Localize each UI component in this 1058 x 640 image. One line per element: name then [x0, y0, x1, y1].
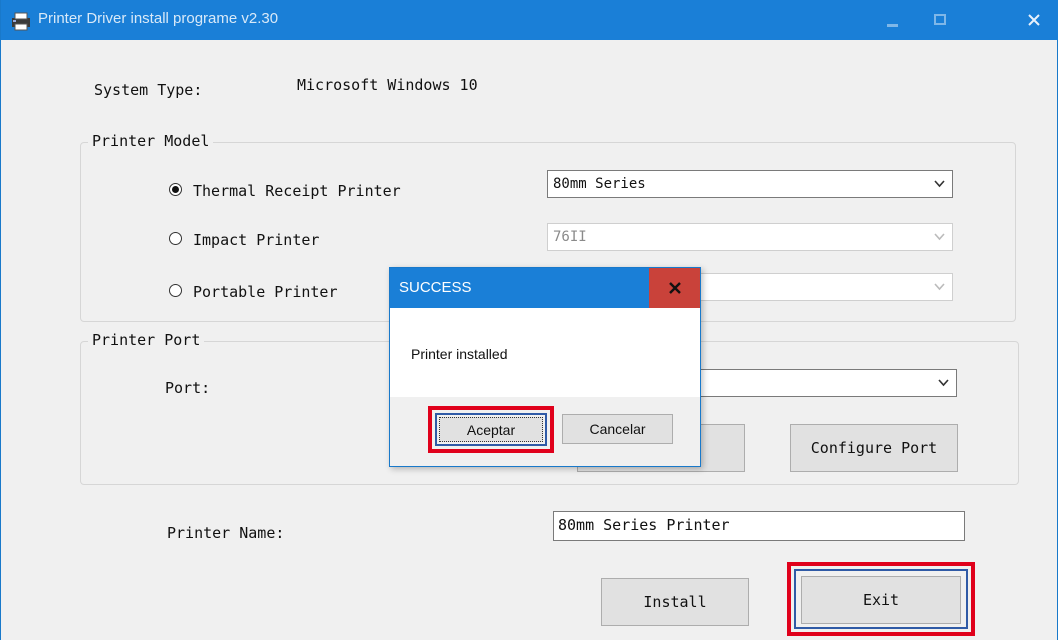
thermal-receipt-label[interactable]: Thermal Receipt Printer: [193, 182, 401, 200]
printer-name-value: 80mm Series Printer: [558, 516, 730, 534]
close-button[interactable]: [1011, 0, 1057, 40]
dialog-title-bar[interactable]: SUCCESS: [390, 268, 700, 308]
configure-port-button[interactable]: Configure Port: [790, 424, 958, 472]
port-label: Port:: [165, 379, 211, 397]
installer-window: Printer Driver install programe v2.30 Sy…: [0, 0, 1058, 640]
minimize-button[interactable]: [869, 0, 915, 40]
chevron-down-icon: [934, 180, 945, 188]
window-title: Printer Driver install programe v2.30: [38, 10, 279, 27]
cancel-button[interactable]: Cancelar: [562, 414, 673, 444]
impact-label[interactable]: Impact Printer: [193, 231, 319, 249]
portable-label[interactable]: Portable Printer: [193, 283, 338, 301]
impact-series-select: 76II: [547, 223, 953, 251]
printer-model-legend: Printer Model: [88, 132, 214, 150]
chevron-down-icon: [934, 233, 945, 241]
impact-series-value: 76II: [553, 229, 587, 245]
dialog-message: Printer installed: [411, 346, 508, 362]
success-dialog: SUCCESS Printer installed Aceptar Cancel…: [389, 267, 701, 467]
system-type-value: Microsoft Windows 10: [297, 76, 478, 94]
printer-name-input[interactable]: 80mm Series Printer: [553, 511, 965, 541]
exit-button[interactable]: Exit: [801, 576, 961, 624]
radio-impact[interactable]: [169, 232, 182, 245]
maximize-icon: [934, 14, 946, 25]
accept-button[interactable]: Aceptar: [439, 417, 543, 442]
dialog-title: SUCCESS: [399, 279, 472, 296]
dialog-close-button[interactable]: [649, 268, 700, 308]
chevron-down-icon: [934, 283, 945, 291]
close-icon: [1028, 14, 1040, 26]
system-type-label: System Type:: [94, 81, 203, 99]
radio-thermal-receipt[interactable]: [169, 183, 182, 196]
close-icon: [668, 282, 681, 294]
printer-app-icon: [12, 12, 30, 31]
thermal-series-select[interactable]: 80mm Series: [547, 170, 953, 198]
chevron-down-icon: [938, 379, 949, 387]
minimize-icon: [887, 24, 898, 27]
radio-portable[interactable]: [169, 284, 182, 297]
title-bar[interactable]: Printer Driver install programe v2.30: [1, 0, 1058, 40]
maximize-button[interactable]: [917, 0, 963, 40]
install-button[interactable]: Install: [601, 578, 749, 626]
printer-port-legend: Printer Port: [88, 331, 205, 349]
thermal-series-value: 80mm Series: [553, 176, 646, 192]
printer-name-label: Printer Name:: [167, 524, 285, 542]
